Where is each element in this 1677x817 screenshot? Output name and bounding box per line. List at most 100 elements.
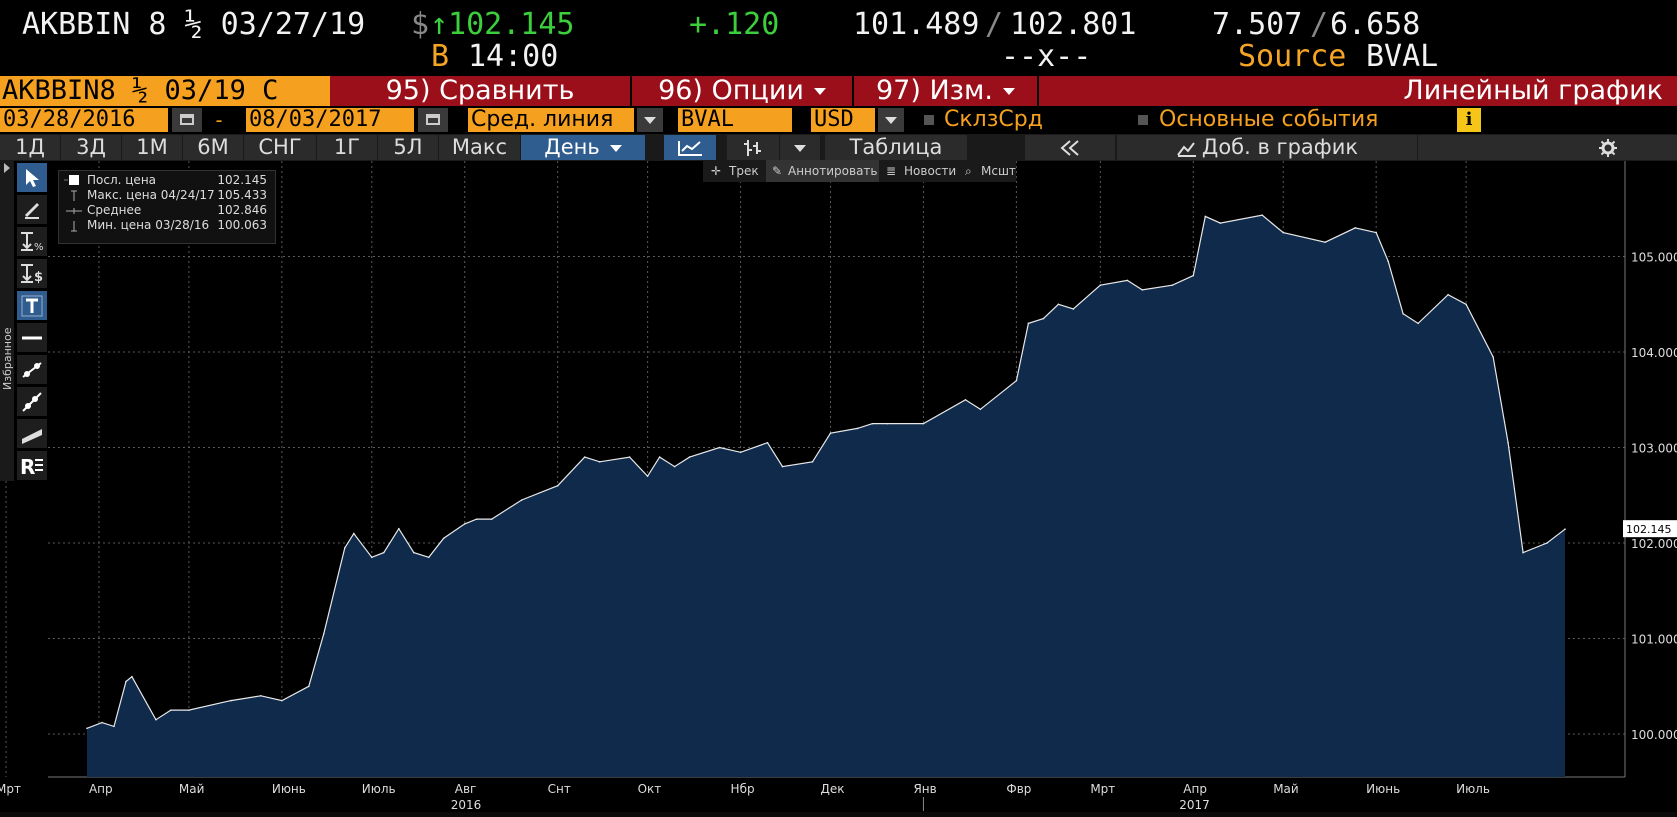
tab-6m[interactable]: 6М — [183, 135, 243, 160]
ray-tool[interactable] — [17, 387, 47, 416]
regression-tool[interactable]: R — [17, 451, 47, 480]
checkbox-moving-average[interactable] — [924, 115, 934, 125]
source-value: BVAL — [1366, 39, 1439, 74]
tab-1m[interactable]: 1М — [122, 135, 182, 160]
favorites-tab[interactable]: Избранное — [0, 300, 14, 400]
info-icon[interactable]: i — [1457, 108, 1481, 132]
checkbox-key-events[interactable] — [1138, 115, 1148, 125]
price-point — [1465, 303, 1467, 306]
add-chart-icon — [1177, 142, 1196, 157]
y-tick-label: 103.000 — [1631, 442, 1677, 456]
pricing-source-input[interactable]: BVAL — [678, 108, 792, 132]
legend-low-marker-icon — [71, 221, 77, 232]
legend-average-name: Среднее — [87, 203, 142, 217]
price-point — [520, 499, 523, 501]
track-button[interactable]: ✛ Трек — [703, 160, 765, 182]
table-button[interactable]: Таблица — [825, 135, 967, 160]
bid-ask-separator: / — [985, 7, 1004, 42]
x-tick-label: Снт — [548, 782, 571, 796]
x-tick-label: Апр — [1183, 782, 1207, 796]
price-chart[interactable]: 100.000 101.000 102.000 103.000 104.000 105.0… — [0, 161, 1677, 812]
bar-chart-button[interactable] — [727, 135, 779, 160]
chevron-down-icon[interactable] — [878, 108, 904, 132]
security-short-name[interactable]: AKBBIN8 ½ 03/19 C — [0, 76, 330, 106]
tab-5y[interactable]: 5Л — [378, 135, 438, 160]
expand-arrow-icon[interactable] — [0, 161, 14, 175]
select-tool[interactable] — [17, 163, 47, 192]
horizontal-line-tool[interactable] — [17, 323, 47, 352]
tab-ytd[interactable]: СНГ — [244, 135, 316, 160]
currency-input[interactable]: USD — [811, 108, 875, 132]
edit-menu[interactable]: 97) Изм. — [854, 76, 1037, 106]
price-point — [113, 725, 115, 728]
bid-yield: 7.507 — [1212, 7, 1303, 42]
settings-button[interactable] — [1418, 135, 1677, 160]
price-point — [964, 398, 967, 401]
price-point — [1522, 551, 1524, 554]
zoom-button[interactable]: ⌕ Мсшт — [961, 160, 1016, 182]
price-point — [1261, 214, 1264, 216]
price-point — [1042, 317, 1045, 320]
price-change-tool[interactable]: $ — [17, 259, 47, 288]
price-point — [125, 680, 127, 683]
x-tick-label: Июнь — [1366, 782, 1400, 796]
add-to-chart-label: Доб. в график — [1201, 135, 1359, 159]
collapse-left-button[interactable] — [1025, 135, 1115, 160]
price-point — [230, 699, 232, 702]
date-range-dash: - — [213, 108, 226, 132]
price-point — [1447, 293, 1449, 296]
price-point — [766, 441, 769, 444]
price-point — [323, 632, 325, 635]
percent-change-tool[interactable]: % — [17, 227, 47, 256]
x-tick-label: Мрт — [0, 782, 21, 796]
price-area-fill — [86, 215, 1566, 777]
drawing-toolbar: % $ R — [17, 163, 48, 483]
x-tick-label: Май — [179, 782, 205, 796]
price-point — [1546, 542, 1548, 544]
tab-1y[interactable]: 1Г — [317, 135, 377, 160]
period-select[interactable]: День — [521, 135, 645, 160]
tab-1d[interactable]: 1Д — [0, 135, 60, 160]
price-point — [556, 484, 559, 487]
start-date-input[interactable]: 03/28/2016 — [0, 108, 168, 132]
price-currency: $ — [411, 7, 430, 42]
legend-high-name: Макс. цена 04/24/17 — [87, 188, 215, 202]
channel-tool[interactable] — [17, 419, 47, 448]
chart-type-title[interactable]: Линейный график — [1403, 76, 1663, 106]
price-point — [1015, 379, 1018, 382]
x-tick-label: Май — [1273, 782, 1299, 796]
calendar-icon[interactable] — [418, 108, 448, 132]
price-point — [427, 556, 430, 559]
options-menu[interactable]: 96) Опции — [632, 76, 852, 106]
price-point — [1375, 231, 1377, 234]
price-point — [1204, 215, 1207, 218]
price-point — [628, 456, 631, 458]
compare-menu[interactable]: 95) Сравнить — [330, 76, 630, 106]
percent-measure-icon: % — [21, 232, 44, 253]
tab-3d[interactable]: 3Д — [61, 135, 121, 160]
chart-style-dropdown[interactable] — [780, 135, 820, 160]
line-type-select[interactable]: Сред. линия — [468, 108, 634, 132]
draw-tool[interactable] — [17, 195, 47, 224]
dollar-measure-icon: $ — [21, 264, 43, 285]
price-point — [86, 727, 88, 730]
end-date-input[interactable]: 08/03/2017 — [246, 108, 414, 132]
tab-max[interactable]: Макс — [439, 135, 520, 160]
legend-low-name: Мин. цена 03/28/16 — [87, 218, 210, 232]
trend-line-tool[interactable] — [17, 355, 47, 384]
price-point — [260, 695, 262, 697]
price-point — [739, 451, 742, 454]
annotate-button[interactable]: ✎ Аннотировать — [766, 160, 879, 182]
zoom-label: Мсшт — [981, 164, 1016, 178]
price-point — [979, 408, 982, 411]
legend-row-average: Среднее 102.846 — [59, 203, 275, 218]
chevron-down-icon[interactable] — [637, 108, 663, 132]
x-year-label: 2017 — [1179, 798, 1210, 812]
calendar-icon[interactable] — [172, 108, 202, 132]
line-chart-button[interactable] — [664, 135, 716, 160]
price-point — [1057, 303, 1060, 306]
add-to-chart-button[interactable]: Доб. в график — [1117, 135, 1417, 160]
text-tool[interactable] — [17, 291, 47, 320]
security-header: AKBBIN 8 ½ 03/27/19 $ ↑102.145 +.120 В 1… — [0, 0, 1677, 76]
news-button[interactable]: ≣ Новости — [880, 160, 960, 182]
